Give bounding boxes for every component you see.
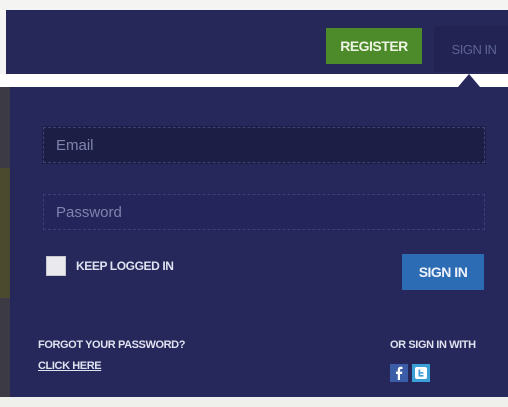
header-divider xyxy=(0,74,508,87)
keep-logged-in-label: KEEP LOGGED IN xyxy=(76,259,174,273)
dropdown-pointer xyxy=(458,74,480,87)
keep-logged-in-checkbox[interactable] xyxy=(46,256,66,276)
click-here-link[interactable]: CLICK HERE xyxy=(38,360,102,372)
sign-in-button[interactable]: SIGN IN xyxy=(402,254,484,290)
or-sign-in-with-label: OR SIGN IN WITH xyxy=(390,339,476,351)
sign-in-tab[interactable]: SIGN IN xyxy=(434,26,508,72)
email-field[interactable] xyxy=(42,126,486,164)
facebook-login-button[interactable] xyxy=(390,364,408,382)
login-screen: REGISTER SIGN IN KEEP LOGGED IN SIGN IN … xyxy=(0,0,508,407)
register-button[interactable]: REGISTER xyxy=(326,28,422,64)
forgot-password-text: FORGOT YOUR PASSWORD? xyxy=(38,339,186,351)
twitter-login-button[interactable] xyxy=(412,364,430,382)
facebook-icon xyxy=(396,366,403,380)
password-field[interactable] xyxy=(42,193,486,231)
top-nav-bar: REGISTER SIGN IN xyxy=(6,10,508,74)
background-edge-accent xyxy=(0,168,10,298)
background-strip xyxy=(0,397,508,407)
twitter-icon xyxy=(415,367,427,379)
